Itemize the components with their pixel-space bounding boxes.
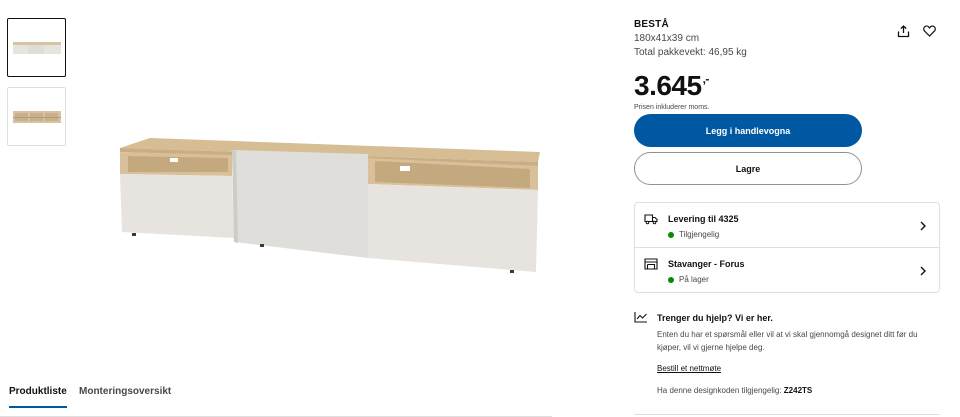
delivery-status: Tilgjengelig [668, 230, 719, 239]
chevron-right-icon [920, 266, 926, 276]
chevron-right-icon [920, 221, 926, 231]
status-dot [668, 231, 674, 238]
thumbnail-open[interactable] [7, 87, 66, 146]
product-weight: Total pakkevekt: 46,95 kg [634, 47, 747, 58]
design-code-prefix: Ha denne designkoden tilgjengelig: [657, 386, 782, 395]
store-icon [644, 258, 658, 270]
thumbnail-list [7, 18, 66, 156]
design-code: Ha denne designkoden tilgjengelig: Z242T… [657, 386, 812, 395]
vat-note: Prisen inkluderer moms. [634, 104, 710, 111]
delivery-status-text: Tilgjengelig [679, 230, 720, 239]
truck-icon [644, 214, 658, 225]
store-row[interactable]: Stavanger - Forus På lager [635, 248, 939, 293]
tv-bench-thumbnail-open [12, 110, 61, 123]
add-to-cart-button[interactable]: Legg i handlevogna [634, 114, 862, 147]
help-body: Enten du har et spørsmål eller vil at vi… [657, 330, 918, 352]
product-info: BESTÅ 180x41x39 cm Total pakkevekt: 46,9… [634, 16, 940, 111]
delivery-row[interactable]: Levering til 4325 Tilgjengelig [635, 203, 939, 248]
save-button[interactable]: Lagre [634, 152, 862, 185]
book-meeting-link[interactable]: Bestill et nettmøte [657, 364, 721, 373]
graph-icon [634, 312, 647, 323]
help-title: Trenger du hjelp? Vi er her. [657, 313, 773, 323]
product-price: 3.645,- [634, 63, 940, 102]
product-tabs: Produktliste Monteringsoversikt [0, 380, 552, 417]
tv-bench-thumbnail-front [12, 41, 61, 54]
store-title: Stavanger - Forus [668, 259, 745, 269]
status-dot [668, 276, 674, 283]
tab-produktliste[interactable]: Produktliste [9, 386, 67, 408]
tab-monteringsoversikt[interactable]: Monteringsoversikt [79, 386, 171, 407]
availability-box: Levering til 4325 Tilgjengelig Stavanger… [634, 202, 940, 293]
product-image [110, 120, 550, 290]
delivery-title: Levering til 4325 [668, 214, 739, 224]
design-code-value: Z242TS [783, 386, 813, 395]
thumbnail-front[interactable] [7, 18, 66, 77]
price-suffix: ,- [702, 72, 710, 86]
divider [634, 414, 940, 415]
price-value: 3.645 [634, 70, 702, 101]
store-status: På lager [668, 275, 709, 284]
product-name: BESTÅ [634, 19, 669, 30]
store-status-text: På lager [679, 275, 709, 284]
product-dimensions: 180x41x39 cm [634, 33, 700, 44]
